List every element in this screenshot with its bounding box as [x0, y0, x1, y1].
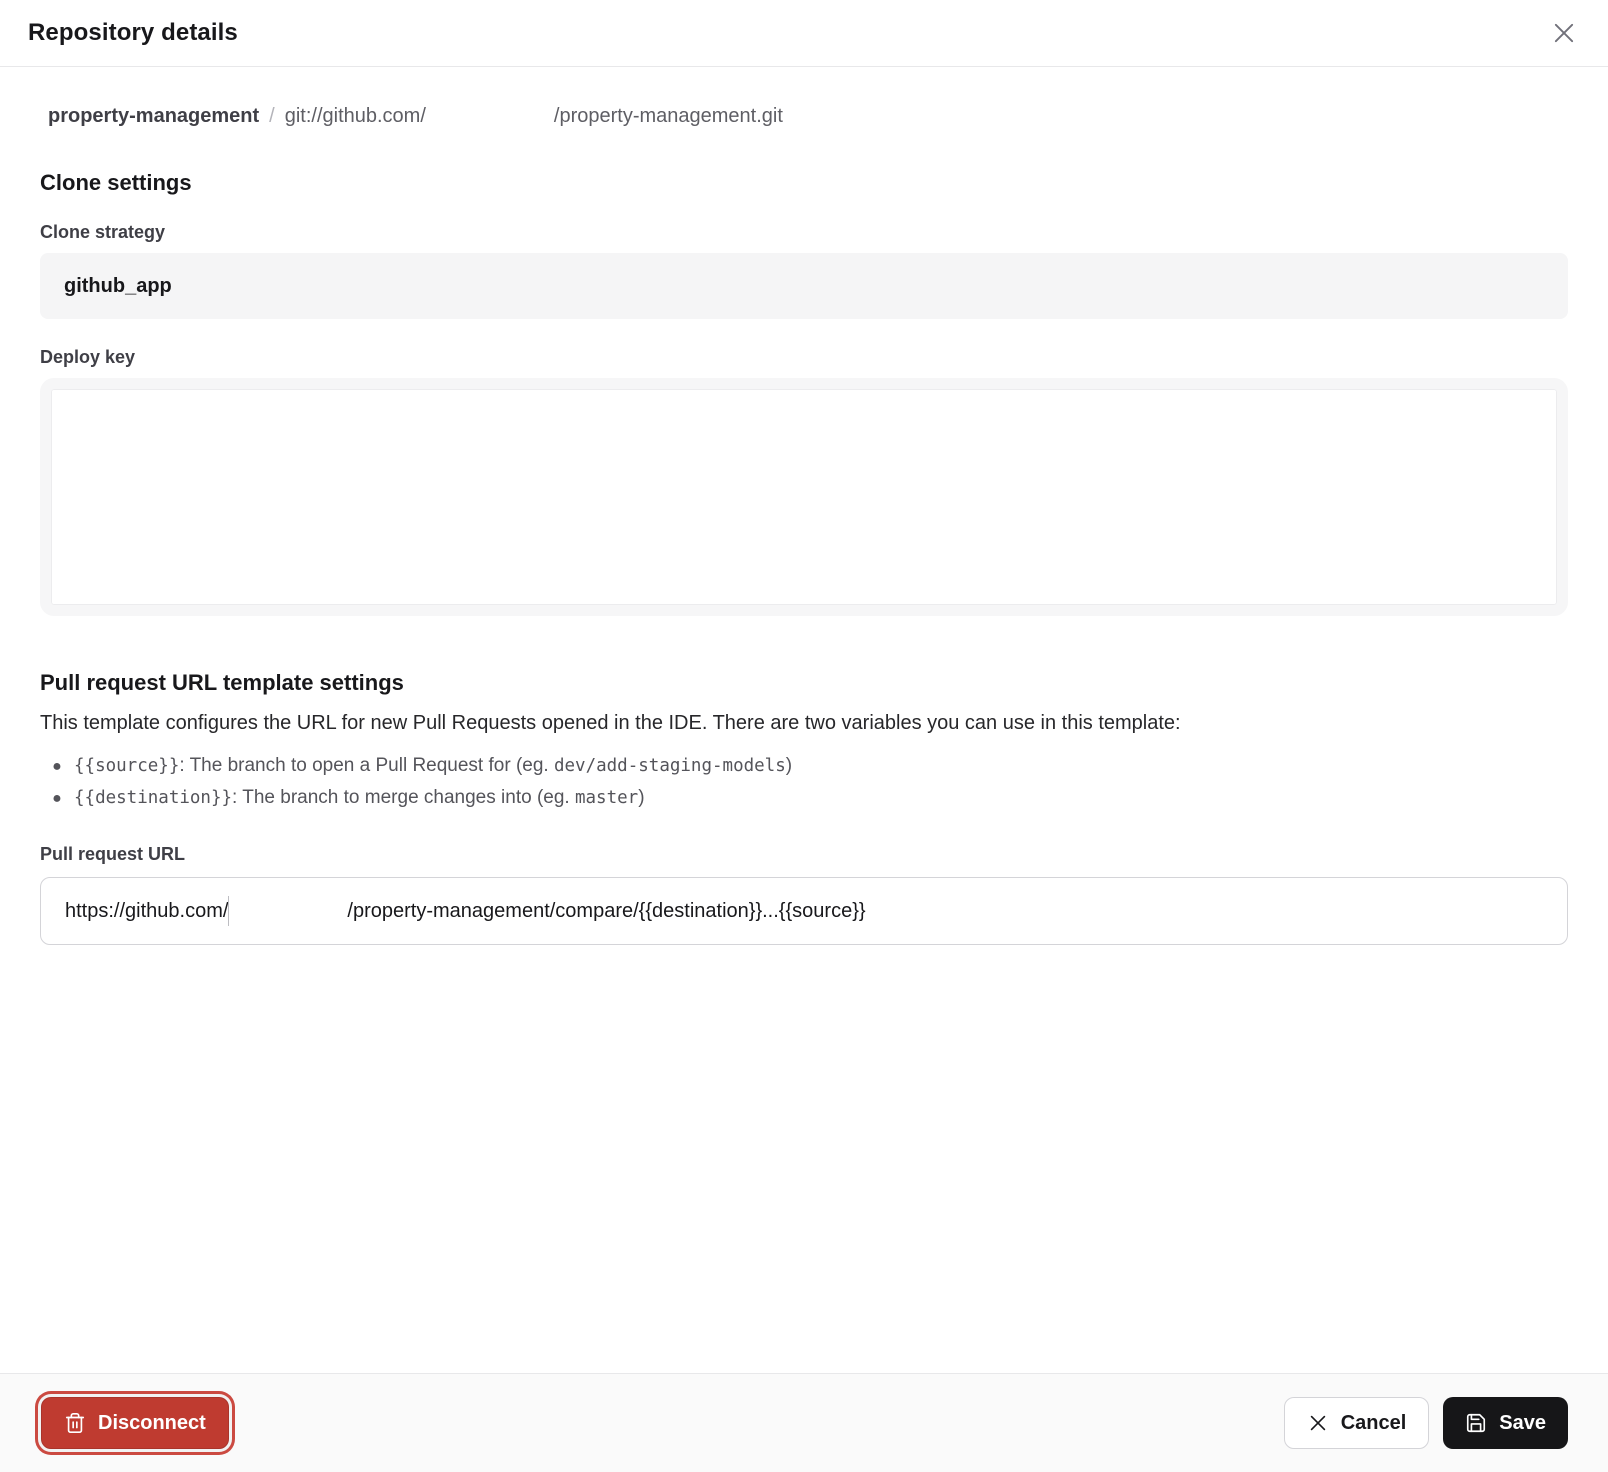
breadcrumb-url-suffix: /property-management.git: [554, 105, 783, 128]
x-icon: [1307, 1412, 1329, 1434]
deploy-key-textarea[interactable]: [40, 378, 1568, 616]
breadcrumb-repo-name: property-management: [48, 105, 259, 128]
url-value-suffix: /property-management/compare/{{destinati…: [347, 900, 865, 923]
pr-template-variable-list: ● {{source}}: The branch to open a Pull …: [40, 750, 1568, 814]
pr-template-description: This template configures the URL for new…: [40, 708, 1568, 738]
breadcrumb-separator: /: [259, 105, 285, 128]
clone-strategy-value: github_app: [64, 275, 172, 298]
redacted-org-name: [426, 121, 554, 122]
variable-destination-code: {{destination}}: [74, 788, 232, 808]
variable-destination-close: ): [638, 787, 644, 808]
variable-destination-example: master: [575, 788, 638, 808]
variable-source-example: dev/add-staging-models: [554, 756, 786, 776]
variable-source-text: : The branch to open a Pull Request for …: [179, 755, 554, 776]
clone-strategy-label: Clone strategy: [40, 222, 1568, 243]
breadcrumb: property-management / git://github.com/ …: [40, 105, 1568, 128]
pull-request-url-input[interactable]: https://github.com/ /property-management…: [40, 877, 1568, 945]
bullet-icon: ●: [40, 783, 74, 814]
floppy-disk-icon: [1465, 1412, 1487, 1434]
modal-title: Repository details: [28, 19, 238, 47]
breadcrumb-url-prefix: git://github.com/: [285, 105, 426, 128]
footer-actions: Cancel Save: [1284, 1397, 1568, 1449]
modal-header: Repository details: [0, 0, 1608, 67]
trash-icon: [64, 1411, 86, 1435]
clone-strategy-field[interactable]: github_app: [40, 253, 1568, 319]
url-value-prefix: https://github.com/: [65, 900, 228, 923]
save-button-label: Save: [1499, 1412, 1546, 1435]
clone-settings-heading: Clone settings: [40, 170, 1568, 196]
disconnect-button-label: Disconnect: [98, 1412, 206, 1435]
redacted-org-name: [229, 911, 347, 912]
bullet-icon: ●: [40, 751, 74, 782]
pull-request-url-label: Pull request URL: [40, 844, 1568, 865]
pr-template-heading: Pull request URL template settings: [40, 670, 1568, 696]
deploy-key-label: Deploy key: [40, 347, 1568, 368]
close-button[interactable]: [1548, 17, 1580, 49]
repository-details-modal: Repository details property-management /…: [0, 0, 1608, 1472]
list-item: ● {{destination}}: The branch to merge c…: [40, 782, 1568, 814]
disconnect-button[interactable]: Disconnect: [41, 1397, 229, 1449]
cancel-button[interactable]: Cancel: [1284, 1397, 1430, 1449]
variable-source-code: {{source}}: [74, 756, 179, 776]
save-button[interactable]: Save: [1443, 1397, 1568, 1449]
modal-footer: Disconnect Cancel: [0, 1373, 1608, 1472]
variable-destination-text: : The branch to merge changes into (eg.: [232, 787, 575, 808]
variable-source-close: ): [786, 755, 792, 776]
close-icon: [1550, 19, 1578, 47]
cancel-button-label: Cancel: [1341, 1412, 1407, 1435]
list-item: ● {{source}}: The branch to open a Pull …: [40, 750, 1568, 782]
modal-body: property-management / git://github.com/ …: [0, 67, 1608, 1373]
